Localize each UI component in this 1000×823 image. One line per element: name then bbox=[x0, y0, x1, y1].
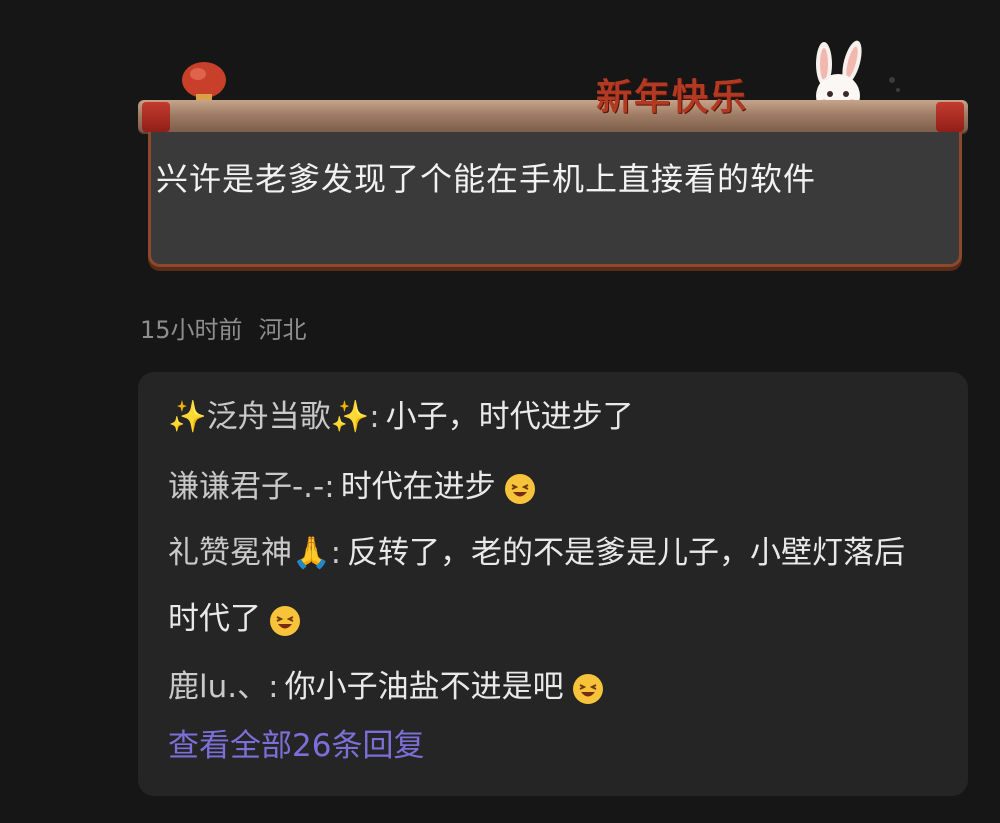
scroll-cap-right bbox=[936, 102, 964, 132]
reply-separator: : bbox=[369, 399, 380, 435]
reply-author[interactable]: 谦谦君子-.- bbox=[168, 469, 324, 505]
laughing-emoji-icon bbox=[572, 673, 603, 704]
reply-author[interactable]: ✨泛舟当歌✨ bbox=[168, 399, 369, 435]
laughing-emoji-icon bbox=[504, 473, 535, 504]
reply-separator: : bbox=[330, 535, 342, 571]
comment-text: 兴许是老爹发现了个能在手机上直接看的软件 bbox=[156, 160, 817, 198]
reply-item[interactable]: 谦谦君子-.-: 时代在进步 bbox=[168, 454, 928, 520]
comment-time: 15小时前 bbox=[140, 316, 243, 344]
reply-author[interactable]: 鹿lu.、 bbox=[168, 669, 268, 705]
comment-banner-card[interactable]: 新年快乐 兴许是老爹发现了个能在手机上直接看的软件 bbox=[138, 76, 968, 272]
banner-title: 新年快乐 bbox=[596, 76, 749, 118]
reply-item[interactable]: 鹿lu.、: 你小子油盐不进是吧 bbox=[168, 654, 928, 720]
scroll-rod bbox=[138, 100, 968, 134]
reply-box: ✨泛舟当歌✨: 小子，时代进步了 谦谦君子-.-: 时代在进步 礼赞冕神🙏: 反转了，… bbox=[138, 372, 968, 796]
laughing-emoji-icon bbox=[270, 605, 300, 636]
reply-separator: : bbox=[268, 669, 279, 705]
reply-text: 小子，时代进步了 bbox=[385, 399, 634, 435]
reply-text: 时代在进步 bbox=[340, 469, 496, 505]
reply-text: 你小子油盐不进是吧 bbox=[284, 669, 564, 705]
scroll-cap-left bbox=[142, 102, 170, 132]
view-all-replies-link[interactable]: 查看全部26条回复 bbox=[168, 720, 424, 765]
reply-separator: : bbox=[324, 469, 335, 505]
reply-author[interactable]: 礼赞冕神🙏 bbox=[168, 535, 331, 571]
comment-location: 河北 bbox=[258, 316, 307, 344]
reply-item[interactable]: ✨泛舟当歌✨: 小子，时代进步了 bbox=[168, 384, 928, 450]
reply-item[interactable]: 礼赞冕神🙏: 反转了，老的不是爹是儿子，小壁灯落后时代了 bbox=[168, 520, 928, 652]
comment-meta: 15小时前 河北 bbox=[140, 310, 307, 345]
